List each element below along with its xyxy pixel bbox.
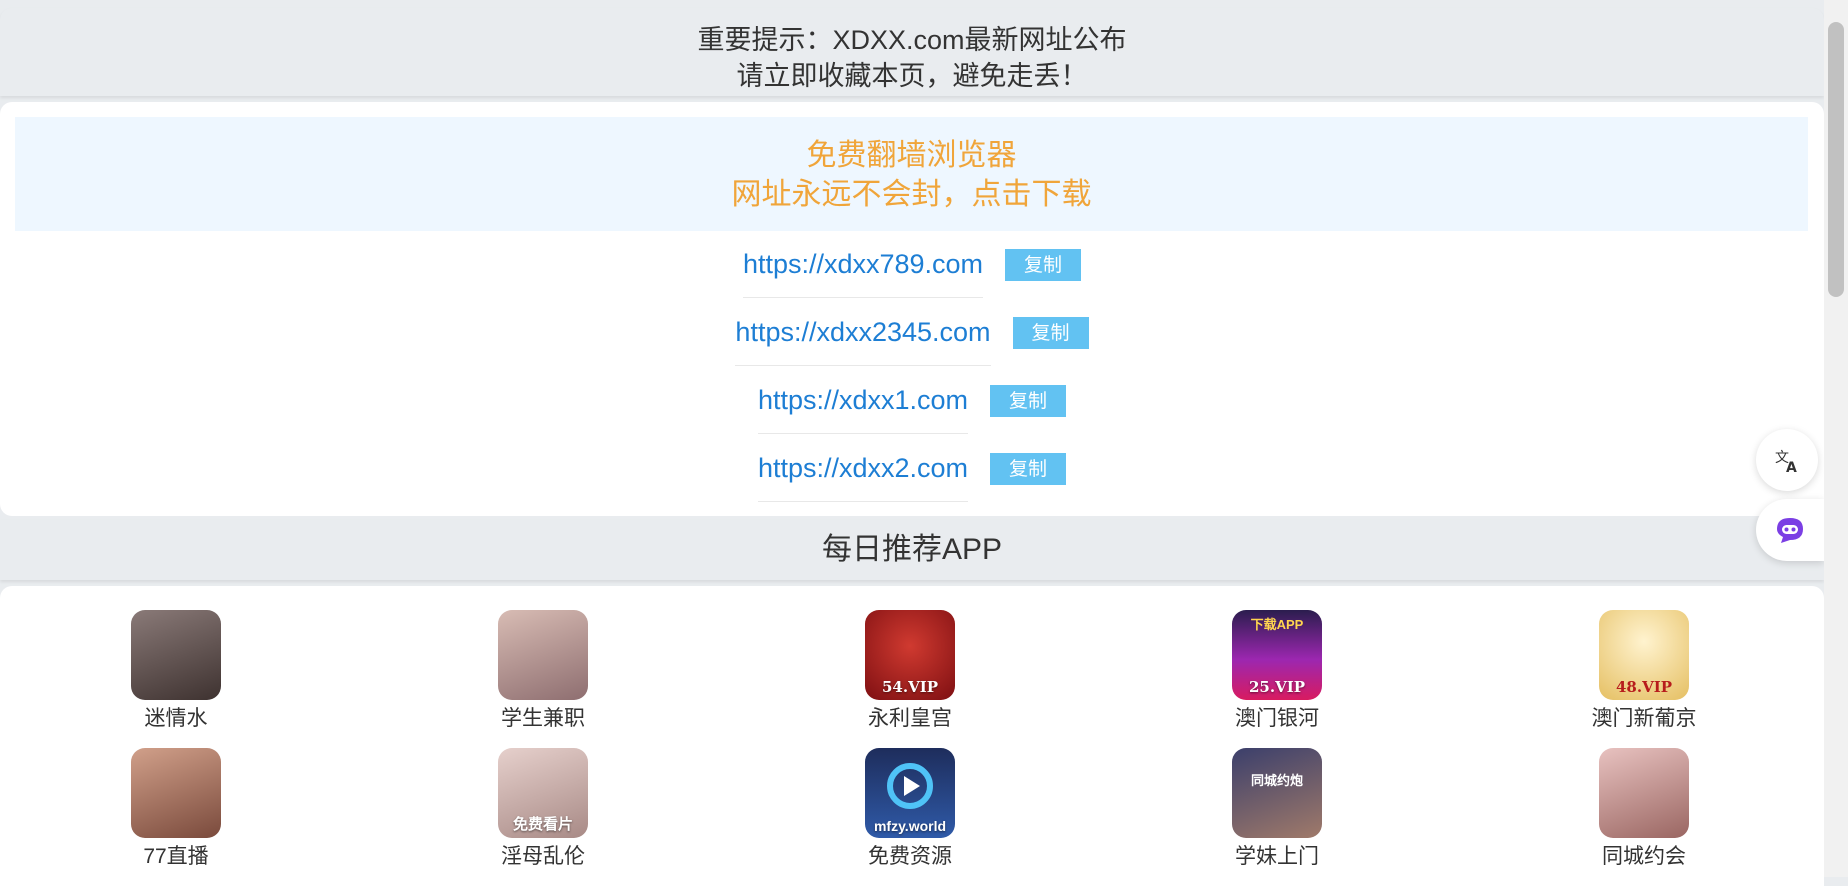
url-link[interactable]: https://xdxx2345.com xyxy=(735,299,991,366)
translate-icon: 文 A xyxy=(1775,450,1797,474)
app-badge: 54.VIP xyxy=(881,678,939,696)
app-grid: 迷情水 学生兼职 54.VIP 永利皇宫 下载APP 25.VIP 澳门银河 4… xyxy=(0,586,1824,886)
app-name: 同城约会 xyxy=(1602,845,1686,868)
url-row: https://xdxx1.com 复制 xyxy=(0,367,1824,435)
app-badge: 48.VIP xyxy=(1615,678,1673,696)
section-title: 每日推荐APP xyxy=(0,520,1824,580)
url-row: https://xdxx2345.com 复制 xyxy=(0,299,1824,367)
app-item[interactable]: 同城约会 xyxy=(1554,748,1734,870)
promo-line-2: 网址永远不会封，点击下载 xyxy=(731,178,1092,211)
url-link[interactable]: https://xdxx1.com xyxy=(757,367,969,434)
address-panel: 免费翻墙浏览器 网址永远不会封，点击下载 https://xdxx789.com… xyxy=(0,102,1824,516)
assistant-button[interactable] xyxy=(1756,499,1824,561)
url-link[interactable]: https://xdxx2.com xyxy=(757,435,969,502)
promo-line-1: 免费翻墙浏览器 xyxy=(806,139,1017,172)
photo-icon xyxy=(131,748,221,838)
photo-icon: 免费看片 xyxy=(498,748,588,838)
casino-logo-icon: 54.VIP xyxy=(865,610,955,700)
copy-button[interactable]: 复制 xyxy=(1012,317,1089,349)
app-name: 迷情水 xyxy=(144,707,208,730)
url-row: https://xdxx2.com 复制 xyxy=(0,435,1824,503)
scrollbar-thumb[interactable] xyxy=(1828,22,1844,297)
app-item[interactable]: 54.VIP 永利皇宫 xyxy=(820,610,1000,732)
translate-button[interactable]: 文 A xyxy=(1756,429,1818,491)
app-badge: 免费看片 xyxy=(512,815,573,833)
svg-text:A: A xyxy=(1786,460,1797,474)
url-link[interactable]: https://xdxx789.com xyxy=(742,231,984,298)
app-badge-top: 同城约炮 xyxy=(1250,773,1303,788)
play-logo-icon: mfzy.world xyxy=(865,748,955,838)
assistant-icon xyxy=(1777,518,1803,543)
app-item[interactable]: 同城约炮 学妹上门 xyxy=(1187,748,1367,870)
url-list: https://xdxx789.com 复制 https://xdxx2345.c… xyxy=(0,231,1824,503)
browser-download-banner[interactable]: 免费翻墙浏览器 网址永远不会封，点击下载 xyxy=(15,117,1808,231)
copy-button[interactable]: 复制 xyxy=(1005,249,1082,281)
notice-line-1: 重要提示：XDXX.com最新网址公布 xyxy=(697,25,1127,55)
photo-icon: 同城约炮 xyxy=(1232,748,1322,838)
photo-icon xyxy=(498,610,588,700)
app-badge: mfzy.world xyxy=(873,818,947,834)
app-item[interactable]: 学生兼职 xyxy=(453,610,633,732)
copy-button[interactable]: 复制 xyxy=(990,453,1067,485)
casino-logo-icon: 48.VIP xyxy=(1599,610,1689,700)
photo-icon xyxy=(131,610,221,700)
notice-banner: 重要提示：XDXX.com最新网址公布 请立即收藏本页，避免走丢！ xyxy=(0,8,1824,96)
app-item[interactable]: 下载APP 25.VIP 澳门银河 xyxy=(1187,610,1367,732)
notice-line-2: 请立即收藏本页，避免走丢！ xyxy=(736,61,1088,91)
app-item[interactable]: mfzy.world 免费资源 xyxy=(820,748,1000,870)
page: 重要提示：XDXX.com最新网址公布 请立即收藏本页，避免走丢！ 免费翻墙浏览… xyxy=(0,0,1824,886)
app-item[interactable]: 免费看片 淫母乱伦 xyxy=(453,748,633,870)
app-name: 学生兼职 xyxy=(501,707,585,730)
app-badge-top: 下载APP xyxy=(1250,617,1304,632)
app-name: 免费资源 xyxy=(868,845,952,868)
app-name: 澳门银河 xyxy=(1235,707,1319,730)
app-item[interactable]: 48.VIP 澳门新葡京 xyxy=(1554,610,1734,732)
url-row: https://xdxx789.com 复制 xyxy=(0,231,1824,299)
app-name: 澳门新葡京 xyxy=(1591,707,1697,730)
app-name: 淫母乱伦 xyxy=(501,845,585,868)
app-item[interactable]: 77直播 xyxy=(86,748,266,870)
casino-logo-icon: 下载APP 25.VIP xyxy=(1232,610,1322,700)
app-name: 77直播 xyxy=(143,845,209,868)
copy-button[interactable]: 复制 xyxy=(990,385,1067,417)
app-name: 学妹上门 xyxy=(1235,845,1319,868)
app-name: 永利皇宫 xyxy=(868,707,952,730)
vertical-scrollbar[interactable] xyxy=(1824,0,1848,877)
photo-icon xyxy=(1599,748,1689,838)
app-badge: 25.VIP xyxy=(1248,678,1306,696)
app-item[interactable]: 迷情水 xyxy=(86,610,266,732)
